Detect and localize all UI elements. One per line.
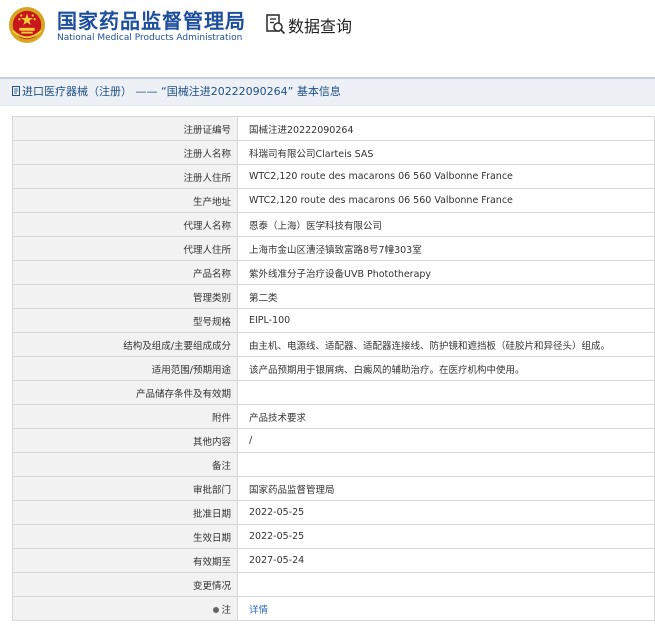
field-value: 上海市金山区漕泾镇致富路8号7幢303室 (237, 236, 655, 261)
table-row: 注册证编号 国械注进20222090264 (12, 116, 655, 141)
data-query-link[interactable]: 数据查询 (288, 13, 352, 37)
field-label: 适用范围/预期用途 (12, 356, 238, 381)
breadcrumb-text: 进口医疗器械（注册） —— “国械注进20222090264” 基本信息 (22, 85, 341, 98)
brand-title-en: National Medical Products Administration (57, 33, 243, 43)
field-label: 产品名称 (12, 260, 238, 285)
table-row: 型号规格 EIPL-100 (12, 308, 655, 333)
field-label: 型号规格 (12, 308, 238, 333)
field-label: 生产地址 (12, 188, 238, 213)
field-value: / (237, 428, 655, 453)
table-row: 管理类别 第二类 (12, 284, 655, 309)
field-value (237, 572, 655, 597)
table-row: 生产地址 WTC2,120 route des macarons 06 560 V… (12, 188, 655, 213)
table-row: 产品储存条件及有效期 (12, 380, 655, 405)
field-label: 批准日期 (12, 500, 238, 525)
data-query-icon[interactable] (266, 14, 286, 36)
field-label: 有效期至 (12, 548, 238, 573)
field-value: 2022-05-25 (237, 500, 655, 525)
table-row: 适用范围/预期用途 该产品预期用于银屑病、白癜风的辅助治疗。在医疗机构中使用。 (12, 356, 655, 381)
table-row: 注册人住所 WTC2,120 route des macarons 06 560 … (12, 164, 655, 189)
field-label: 注册证编号 (12, 116, 238, 141)
bullet-icon (213, 606, 220, 613)
field-value: 由主机、电源线、适配器、适配器连接线、防护镜和遮挡板（硅胶片和异径头）组成。 (237, 332, 655, 357)
registration-info-table: 注册证编号 国械注进20222090264 注册人名称 科瑞司有限公司Clarteis… (12, 116, 655, 621)
field-value: 恩泰（上海）医学科技有限公司 (237, 212, 655, 237)
field-label: 管理类别 (12, 284, 238, 309)
field-label: 审批部门 (12, 476, 238, 501)
field-value: EIPL-100 (237, 308, 655, 333)
field-value: 该产品预期用于银屑病、白癜风的辅助治疗。在医疗机构中使用。 (237, 356, 655, 381)
table-row: 备注 (12, 452, 655, 477)
field-value: WTC2,120 route des macarons 06 560 Valbo… (237, 164, 655, 189)
table-row: 有效期至 2027-05-24 (12, 548, 655, 573)
field-value (237, 452, 655, 477)
table-row: 附件 产品技术要求 (12, 404, 655, 429)
breadcrumb: 进口医疗器械（注册） —— “国械注进20222090264” 基本信息 (0, 77, 655, 106)
table-row: 代理人住所 上海市金山区漕泾镇致富路8号7幢303室 (12, 236, 655, 261)
table-row: 批准日期 2022-05-25 (12, 500, 655, 525)
table-row: 审批部门 国家药品监督管理局 (12, 476, 655, 501)
field-value: 紫外线准分子治疗设备UVB Phototherapy (237, 260, 655, 285)
field-value: WTC2,120 route des macarons 06 560 Valbo… (237, 188, 655, 213)
brand-title-cn: 国家药品监督管理局 (57, 9, 246, 33)
note-label: 注 (221, 604, 231, 616)
field-label: 注册人住所 (12, 164, 238, 189)
table-row: 生效日期 2022-05-25 (12, 524, 655, 549)
table-row-note: 注 详情 (12, 596, 655, 621)
field-label: 变更情况 (12, 572, 238, 597)
document-icon (12, 86, 20, 96)
field-label: 代理人住所 (12, 236, 238, 261)
table-row: 代理人名称 恩泰（上海）医学科技有限公司 (12, 212, 655, 237)
field-value: 2027-05-24 (237, 548, 655, 573)
table-row: 结构及组成/主要组成成分 由主机、电源线、适配器、适配器连接线、防护镜和遮挡板（硅… (12, 332, 655, 357)
field-value: 国械注进20222090264 (237, 116, 655, 141)
field-value: 产品技术要求 (237, 404, 655, 429)
site-header: 国家药品监督管理局 National Medical Products Admi… (0, 0, 655, 60)
table-row: 注册人名称 科瑞司有限公司Clarteis SAS (12, 140, 655, 165)
field-value: 2022-05-25 (237, 524, 655, 549)
field-label: 备注 (12, 452, 238, 477)
national-emblem-icon (8, 6, 46, 44)
field-label: 产品储存条件及有效期 (12, 380, 238, 405)
table-row: 产品名称 紫外线准分子治疗设备UVB Phototherapy (12, 260, 655, 285)
field-value (237, 380, 655, 405)
field-label: 注册人名称 (12, 140, 238, 165)
field-value-note: 详情 (237, 596, 655, 621)
info-table-container: 注册证编号 国械注进20222090264 注册人名称 科瑞司有限公司Clarteis… (12, 116, 655, 621)
field-value: 第二类 (237, 284, 655, 309)
field-value: 科瑞司有限公司Clarteis SAS (237, 140, 655, 165)
details-link[interactable]: 详情 (249, 605, 268, 616)
table-row: 变更情况 (12, 572, 655, 597)
field-label: 结构及组成/主要组成成分 (12, 332, 238, 357)
field-value: 国家药品监督管理局 (237, 476, 655, 501)
field-label: 代理人名称 (12, 212, 238, 237)
field-label: 附件 (12, 404, 238, 429)
field-label-note: 注 (12, 596, 238, 621)
field-label: 其他内容 (12, 428, 238, 453)
field-label: 生效日期 (12, 524, 238, 549)
table-row: 其他内容 / (12, 428, 655, 453)
